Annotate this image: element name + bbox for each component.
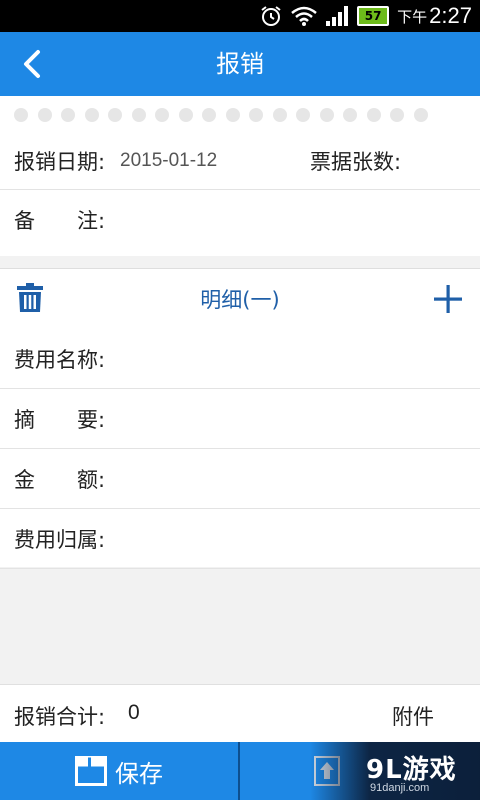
- perforation-dots: [14, 108, 428, 122]
- detail-header: 明细(一): [0, 269, 480, 331]
- back-arrow-icon: [24, 50, 40, 78]
- battery-icon: 57: [357, 6, 390, 26]
- total-label: 报销合计:: [14, 705, 106, 729]
- back-button[interactable]: [12, 44, 52, 84]
- attachment-button[interactable]: 附件: [392, 701, 434, 731]
- battery-level: 57: [364, 9, 382, 23]
- receipt-count-label: 票据张数:: [310, 149, 402, 174]
- watermark-logo: 9L游戏: [366, 755, 457, 785]
- date-value[interactable]: 2015-01-12: [120, 150, 217, 172]
- header-form: 报销日期: 2015-01-12 票据张数: 备 注:: [0, 96, 480, 256]
- expense-name-label: 费用名称:: [14, 347, 106, 372]
- page-title: 报销: [216, 50, 264, 78]
- field-row-attribution[interactable]: 费用归属:: [0, 509, 480, 569]
- note-row[interactable]: 备 注:: [0, 190, 480, 250]
- save-button[interactable]: 保存: [0, 742, 238, 800]
- watermark: 9L游戏 91danji.com: [310, 742, 480, 800]
- summary-bar: 报销合计: 0 附件: [0, 684, 480, 742]
- watermark-url: 91danji.com: [370, 782, 430, 794]
- amount-label: 金 额:: [14, 467, 106, 492]
- date-label: 报销日期:: [14, 149, 106, 174]
- summary-label: 摘 要:: [14, 407, 106, 432]
- save-icon: [75, 756, 107, 786]
- status-time: 2:27: [429, 3, 472, 28]
- alarm-icon: [261, 6, 281, 26]
- signal-icon: [326, 6, 349, 26]
- save-label: 保存: [115, 759, 163, 788]
- add-detail-button[interactable]: [432, 283, 464, 315]
- detail-title: 明细(一): [200, 288, 280, 312]
- plus-icon: [434, 285, 462, 313]
- app-bar: 报销: [0, 32, 480, 96]
- total-value: 0: [128, 701, 140, 724]
- attribution-label: 费用归属:: [14, 527, 106, 552]
- delete-detail-button[interactable]: [16, 283, 48, 315]
- detail-section: 明细(一) 费用名称: 摘 要: 金 额: 费用归属:: [0, 268, 480, 569]
- field-row-summary[interactable]: 摘 要:: [0, 389, 480, 449]
- field-row-amount[interactable]: 金 额:: [0, 449, 480, 509]
- trash-icon: [17, 283, 43, 312]
- note-label: 备 注:: [14, 209, 106, 233]
- status-ampm: 下午: [397, 7, 428, 26]
- status-bar: 57 下午 2:27: [0, 0, 480, 32]
- field-row-expense-name[interactable]: 费用名称:: [0, 329, 480, 389]
- date-row[interactable]: 报销日期: 2015-01-12 票据张数:: [0, 132, 480, 190]
- wifi-icon: [291, 6, 317, 26]
